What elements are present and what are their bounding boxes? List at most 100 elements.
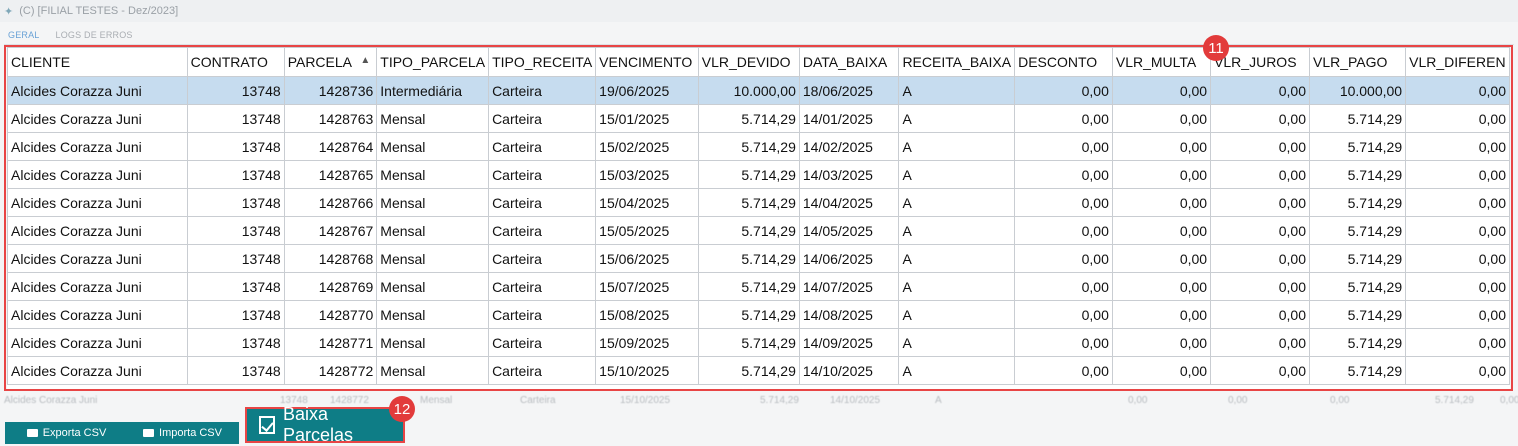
table-cell[interactable]: A bbox=[898, 328, 1016, 357]
table-cell[interactable]: 0,00 bbox=[1210, 132, 1310, 161]
table-cell[interactable]: 5.714,29 bbox=[1308, 356, 1407, 385]
table-cell[interactable]: 14/08/2025 bbox=[798, 300, 900, 329]
table-cell[interactable]: 0,00 bbox=[1405, 76, 1510, 105]
table-cell[interactable]: 0,00 bbox=[1014, 76, 1113, 105]
table-cell[interactable]: 0,00 bbox=[1405, 104, 1510, 133]
table-cell[interactable]: 1428766 bbox=[283, 188, 378, 217]
table-cell[interactable]: Carteira bbox=[488, 104, 597, 133]
table-cell[interactable]: Alcides Corazza Juni bbox=[7, 76, 188, 105]
table-cell[interactable]: 10.000,00 bbox=[697, 76, 800, 105]
table-cell[interactable]: Mensal bbox=[376, 216, 490, 245]
table-cell[interactable]: A bbox=[898, 216, 1016, 245]
table-cell[interactable]: 1428765 bbox=[283, 160, 378, 189]
table-cell[interactable]: 18/06/2025 bbox=[798, 76, 900, 105]
table-cell[interactable]: 0,00 bbox=[1405, 328, 1510, 357]
table-row[interactable]: Alcides Corazza Juni 13748 1428764 Mensal Ca… bbox=[7, 132, 1510, 161]
table-cell[interactable]: 0,00 bbox=[1014, 328, 1113, 357]
table-cell[interactable]: 5.714,29 bbox=[1308, 328, 1407, 357]
table-cell[interactable]: 15/03/2025 bbox=[595, 160, 699, 189]
table-cell[interactable]: 0,00 bbox=[1111, 272, 1212, 301]
table-cell[interactable]: 5.714,29 bbox=[1308, 160, 1407, 189]
table-cell[interactable]: 15/06/2025 bbox=[595, 244, 699, 273]
table-cell[interactable]: 0,00 bbox=[1405, 272, 1510, 301]
table-cell[interactable]: Carteira bbox=[488, 244, 597, 273]
column-header-desconto[interactable]: DESCONTO bbox=[1014, 47, 1113, 77]
table-cell[interactable]: 1428772 bbox=[283, 356, 378, 385]
table-cell[interactable]: 5.714,29 bbox=[697, 132, 800, 161]
table-cell[interactable]: A bbox=[898, 272, 1016, 301]
table-cell[interactable]: Alcides Corazza Juni bbox=[7, 272, 188, 301]
table-cell[interactable]: 19/06/2025 bbox=[595, 76, 699, 105]
table-cell[interactable]: 14/09/2025 bbox=[798, 328, 900, 357]
table-cell[interactable]: 15/10/2025 bbox=[595, 356, 699, 385]
column-header-vlr-multa[interactable]: VLR_MULTA bbox=[1111, 47, 1212, 77]
table-cell[interactable]: 14/07/2025 bbox=[798, 272, 900, 301]
table-cell[interactable]: Mensal bbox=[376, 272, 490, 301]
table-cell[interactable]: Carteira bbox=[488, 300, 597, 329]
table-cell[interactable]: 0,00 bbox=[1210, 244, 1310, 273]
table-cell[interactable]: 15/01/2025 bbox=[595, 104, 699, 133]
table-cell[interactable]: 13748 bbox=[186, 76, 285, 105]
table-cell[interactable]: 5.714,29 bbox=[697, 216, 800, 245]
table-cell[interactable]: 0,00 bbox=[1014, 300, 1113, 329]
table-cell[interactable]: 0,00 bbox=[1405, 356, 1510, 385]
table-cell[interactable]: Alcides Corazza Juni bbox=[7, 160, 188, 189]
table-cell[interactable]: 15/02/2025 bbox=[595, 132, 699, 161]
column-header-tipo-parcela[interactable]: TIPO_PARCELA bbox=[376, 47, 490, 77]
table-cell[interactable]: 5.714,29 bbox=[1308, 300, 1407, 329]
table-cell[interactable]: 0,00 bbox=[1111, 300, 1212, 329]
table-cell[interactable]: Alcides Corazza Juni bbox=[7, 188, 188, 217]
table-cell[interactable]: 5.714,29 bbox=[1308, 272, 1407, 301]
column-header-tipo-receita[interactable]: TIPO_RECEITA bbox=[488, 47, 597, 77]
column-header-receita-baixa[interactable]: RECEITA_BAIXA bbox=[898, 47, 1016, 77]
table-cell[interactable]: 0,00 bbox=[1014, 244, 1113, 273]
table-cell[interactable]: 5.714,29 bbox=[1308, 104, 1407, 133]
table-cell[interactable]: 13748 bbox=[186, 356, 285, 385]
table-cell[interactable]: 0,00 bbox=[1111, 160, 1212, 189]
table-cell[interactable]: 13748 bbox=[186, 104, 285, 133]
table-cell[interactable]: Alcides Corazza Juni bbox=[7, 328, 188, 357]
table-cell[interactable]: 5.714,29 bbox=[697, 356, 800, 385]
table-cell[interactable]: 0,00 bbox=[1210, 356, 1310, 385]
table-cell[interactable]: Carteira bbox=[488, 132, 597, 161]
table-cell[interactable]: 14/04/2025 bbox=[798, 188, 900, 217]
table-cell[interactable]: 13748 bbox=[186, 328, 285, 357]
table-cell[interactable]: 0,00 bbox=[1111, 356, 1212, 385]
table-cell[interactable]: Alcides Corazza Juni bbox=[7, 216, 188, 245]
table-cell[interactable]: 5.714,29 bbox=[697, 188, 800, 217]
table-cell[interactable]: A bbox=[898, 244, 1016, 273]
table-cell[interactable]: Intermediária bbox=[376, 76, 490, 105]
table-cell[interactable]: Alcides Corazza Juni bbox=[7, 356, 188, 385]
table-cell[interactable]: A bbox=[898, 76, 1016, 105]
table-cell[interactable]: 13748 bbox=[186, 216, 285, 245]
table-cell[interactable]: 5.714,29 bbox=[1308, 188, 1407, 217]
table-cell[interactable]: 14/03/2025 bbox=[798, 160, 900, 189]
table-row[interactable]: Alcides Corazza Juni 13748 1428769 Mensal Ca… bbox=[7, 272, 1510, 301]
table-cell[interactable]: A bbox=[898, 188, 1016, 217]
table-row[interactable]: Alcides Corazza Juni 13748 1428771 Mensal Ca… bbox=[7, 328, 1510, 357]
table-cell[interactable]: 14/01/2025 bbox=[798, 104, 900, 133]
installments-grid[interactable]: CLIENTE CONTRATO PARCELA ▲ TIPO_PARCELA TIPO_… bbox=[7, 47, 1510, 390]
table-cell[interactable]: 1428770 bbox=[283, 300, 378, 329]
table-cell[interactable]: A bbox=[898, 132, 1016, 161]
table-row[interactable]: Alcides Corazza Juni 13748 1428772 Mensal Ca… bbox=[7, 356, 1510, 385]
table-cell[interactable]: Carteira bbox=[488, 216, 597, 245]
table-cell[interactable]: 14/10/2025 bbox=[798, 356, 900, 385]
table-cell[interactable]: 0,00 bbox=[1014, 272, 1113, 301]
table-cell[interactable]: 5.714,29 bbox=[1308, 244, 1407, 273]
table-cell[interactable]: Alcides Corazza Juni bbox=[7, 300, 188, 329]
table-cell[interactable]: 13748 bbox=[186, 132, 285, 161]
table-cell[interactable]: 5.714,29 bbox=[697, 272, 800, 301]
table-cell[interactable]: Mensal bbox=[376, 356, 490, 385]
table-cell[interactable]: 0,00 bbox=[1210, 216, 1310, 245]
table-cell[interactable]: 0,00 bbox=[1111, 328, 1212, 357]
column-header-cliente[interactable]: CLIENTE bbox=[7, 47, 188, 77]
table-cell[interactable]: 1428769 bbox=[283, 272, 378, 301]
table-row[interactable]: Alcides Corazza Juni 13748 1428768 Mensal Ca… bbox=[7, 244, 1510, 273]
table-cell[interactable]: 13748 bbox=[186, 160, 285, 189]
column-header-vlr-pago[interactable]: VLR_PAGO bbox=[1308, 47, 1407, 77]
table-cell[interactable]: 5.714,29 bbox=[697, 328, 800, 357]
table-cell[interactable]: 13748 bbox=[186, 188, 285, 217]
table-cell[interactable]: 0,00 bbox=[1014, 160, 1113, 189]
table-cell[interactable]: Carteira bbox=[488, 356, 597, 385]
